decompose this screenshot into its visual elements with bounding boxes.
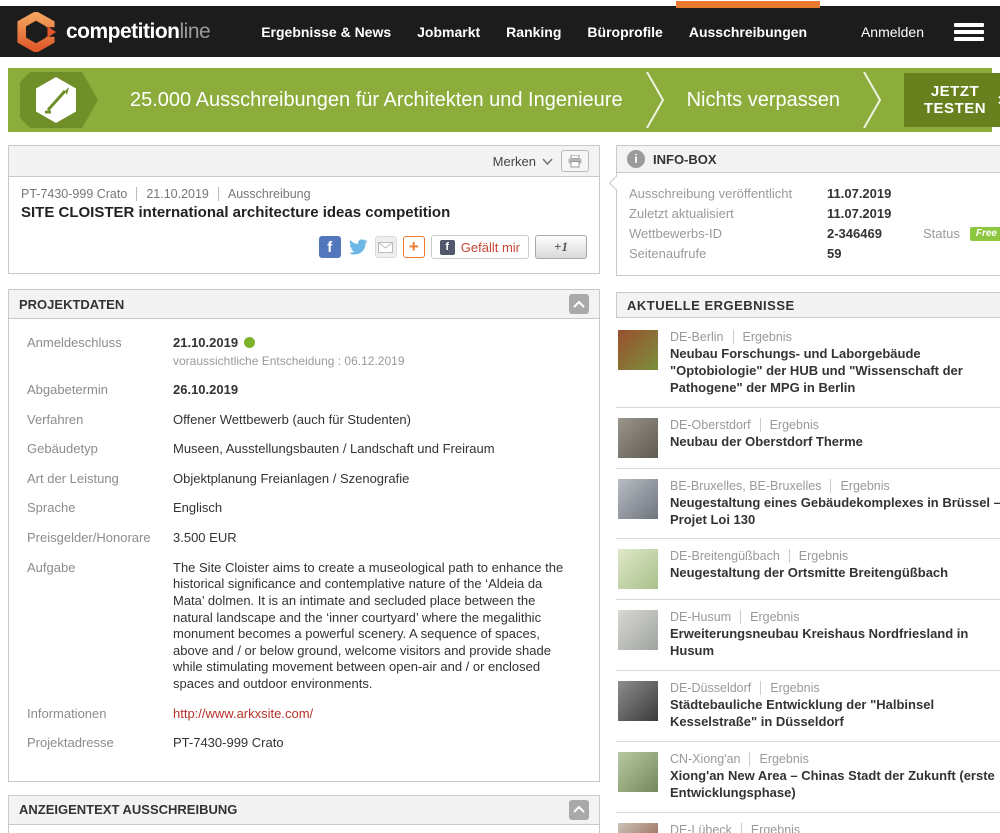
promo-banner: 25.000 Ausschreibungen für Architekten u… [8,68,992,132]
result-item[interactable]: DE-Berlin Ergebnis Neubau Forschungs- un… [616,320,1000,407]
result-list: DE-Berlin Ergebnis Neubau Forschungs- un… [616,320,1000,833]
nav-item-ranking[interactable]: Ranking [497,19,570,45]
listing-toolbar: Merken [9,146,599,177]
banner-divider-chevron [645,72,665,128]
breadcrumb: PT-7430-999 Crato 21.10.2019 Ausschreibu… [21,187,587,201]
banner-tagline: Nichts verpassen [687,89,840,112]
projektdaten-header: PROJEKTDATEN [9,290,599,319]
nav-item-ausschreibungen[interactable]: Ausschreibungen [680,19,816,45]
login-link[interactable]: Anmelden [853,19,932,45]
infobox-row: Wettbewerbs-ID 2-346469 Status Free [629,226,1000,241]
brand-wordmark: competitionline [66,20,210,44]
result-thumbnail [618,418,658,458]
email-share-icon[interactable] [375,236,397,258]
project-data-row: Anmeldeschluss 21.10.2019 voraussichtlic… [21,335,569,369]
brand-logo[interactable]: competitionline [16,12,210,52]
nav-item-jobmarkt[interactable]: Jobmarkt [408,19,489,45]
result-item[interactable]: DE-Oberstdorf Ergebnis Neubau der Oberst… [616,407,1000,468]
result-item[interactable]: DE-Breitengüßbach Ergebnis Neugestaltung… [616,538,1000,599]
project-data-row: Informationen http://www.arkxsite.com/ [21,706,569,723]
hamburger-menu-icon[interactable] [954,20,984,44]
infobox-row: Ausschreibung veröffentlicht 11.07.2019 [629,186,1000,201]
facebook-share-icon[interactable]: f [319,236,341,258]
result-thumbnail [618,752,658,792]
result-thumbnail [618,549,658,589]
anzeigentext-panel: ANZEIGENTEXT AUSSCHREIBUNG Liegt nicht v… [8,795,600,833]
info-icon: i [627,150,645,168]
infobox-row: Zuletzt aktualisiert 11.07.2019 [629,206,1000,221]
project-data-row: Sprache Englisch [21,500,569,517]
infobox-header: i INFO-BOX [617,146,1000,173]
page-title: SITE CLOISTER international architecture… [21,204,587,221]
facebook-mini-icon: f [440,240,455,255]
result-item[interactable]: DE-Lübeck Ergebnis Neubau eines Hotels a… [616,812,1000,833]
banner-badge-icon [20,72,104,128]
twitter-share-icon[interactable] [347,236,369,258]
twitter-bird-icon [348,237,368,257]
projektdaten-panel: PROJEKTDATEN Anmeldeschluss 21.10.2019 v… [8,289,600,782]
infobox-rows: Ausschreibung veröffentlicht 11.07.2019 … [617,173,1000,275]
project-data-row: Aufgabe The Site Cloister aims to create… [21,560,569,693]
result-item[interactable]: CN-Xiong'an Ergebnis Xiong'an New Area –… [616,741,1000,812]
collapse-anzeigentext-button[interactable] [569,800,589,820]
nav-item-bueroprofile[interactable]: Büroprofile [578,19,671,45]
project-data-row: Art der Leistung Objektplanung Freianlag… [21,471,569,488]
chevron-up-icon [573,806,585,813]
deadline-status-dot [244,337,255,348]
share-plus-icon[interactable]: + [403,236,425,258]
nav-item-ergebnisse-news[interactable]: Ergebnisse & News [252,19,400,45]
social-share-row: f + f Gefällt [21,235,587,259]
project-data-row: Verfahren Offener Wettbewerb (auch für S… [21,412,569,429]
infobox-row: Seitenaufrufe 59 [629,246,1000,261]
projektdaten-rows: Anmeldeschluss 21.10.2019 voraussichtlic… [9,319,599,781]
status-badge: Free [970,227,1000,241]
collapse-projektdaten-button[interactable] [569,294,589,314]
listing-header-panel: Merken PT-7430-999 Crato 21.10.201 [8,145,600,274]
banner-divider-chevron [862,72,882,128]
top-navigation: competitionline Ergebnisse & News Jobmark… [0,6,1000,57]
infobox-panel: i INFO-BOX Ausschreibung veröffentlicht … [616,145,1000,276]
envelope-icon [378,242,393,253]
result-thumbnail [618,610,658,650]
main-menu: Ergebnisse & News Jobmarkt Ranking Büroprof… [252,19,816,45]
printer-icon [568,155,582,168]
project-data-row: Preisgelder/Honorare 3.500 EUR [21,530,569,547]
result-item[interactable]: DE-Düsseldorf Ergebnis Städtebauliche En… [616,670,1000,741]
aktuelle-ergebnisse-header: AKTUELLE ERGEBNISSE [616,292,1000,318]
chevron-up-icon [573,301,585,308]
jetzt-testen-button[interactable]: JETZT TESTEN [904,73,1000,127]
anzeigentext-body: Liegt nicht vor. [9,825,599,833]
result-thumbnail [618,479,658,519]
external-link[interactable]: http://www.arkxsite.com/ [173,706,313,721]
chevron-down-icon [542,158,553,165]
project-data-row: Abgabetermin 26.10.2019 [21,382,569,399]
merken-button[interactable]: Merken [493,154,553,169]
result-item[interactable]: BE-Bruxelles, BE-Bruxelles Ergebnis Neug… [616,468,1000,539]
result-item[interactable]: DE-Husum Ergebnis Erweiterungsneubau Kre… [616,599,1000,670]
banner-headline: 25.000 Ausschreibungen für Architekten u… [130,89,623,112]
facebook-like-button[interactable]: f Gefällt mir [431,235,529,259]
google-plusone-button[interactable]: +1 [535,235,587,259]
project-data-row: Gebäudetyp Museen, Ausstellungsbauten / … [21,441,569,458]
result-thumbnail [618,823,658,833]
print-button[interactable] [561,150,589,172]
result-thumbnail [618,330,658,370]
competitionline-logo-icon [16,12,56,52]
anzeigentext-header: ANZEIGENTEXT AUSSCHREIBUNG [9,796,599,825]
result-thumbnail [618,681,658,721]
project-data-row: Projektadresse PT-7430-999 Crato [21,735,569,752]
